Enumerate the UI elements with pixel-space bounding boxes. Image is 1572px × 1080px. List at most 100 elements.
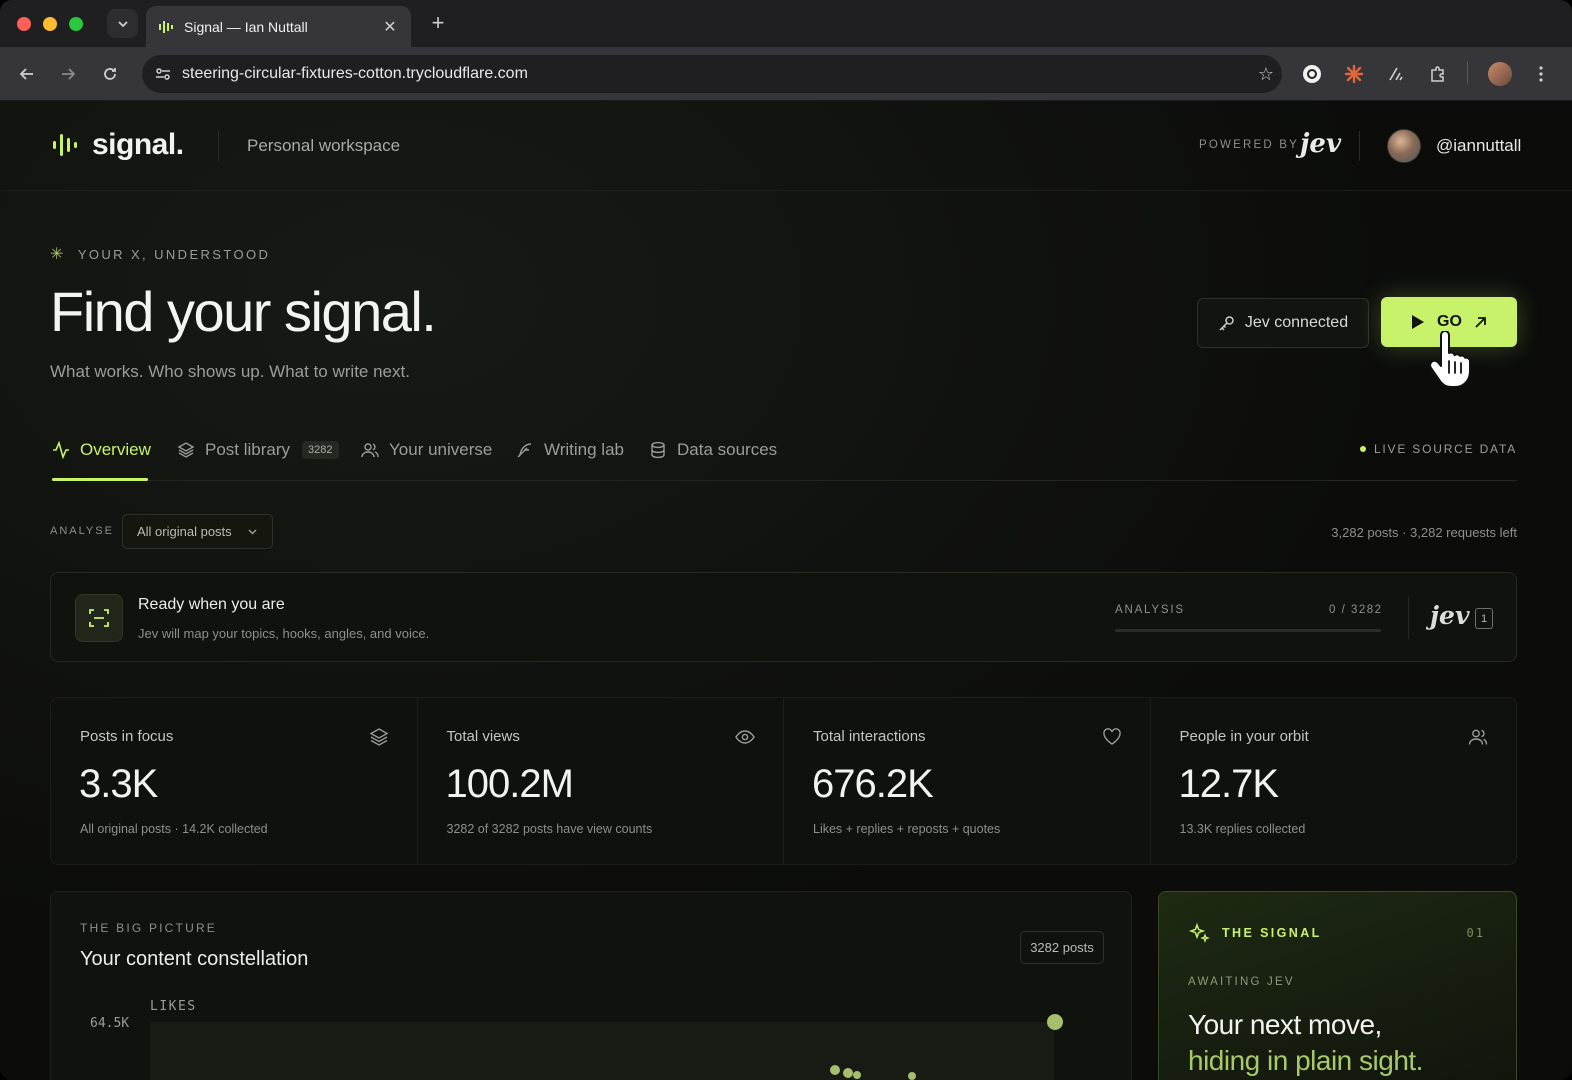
stat-value: 100.2M bbox=[445, 762, 574, 806]
database-icon bbox=[651, 441, 665, 459]
jev-connected-label: Jev connected bbox=[1244, 314, 1349, 331]
profile-avatar[interactable] bbox=[1488, 62, 1512, 86]
ready-divider bbox=[1408, 597, 1409, 639]
new-tab-button[interactable]: + bbox=[426, 11, 450, 35]
stat-value: 676.2K bbox=[812, 762, 934, 806]
analysis-count: 0 / 3282 bbox=[1329, 604, 1383, 616]
tab-search-button[interactable] bbox=[107, 9, 138, 38]
big-picture-card: THE BIG PICTURE Your content constellati… bbox=[50, 891, 1132, 1080]
stat-note: 13.3K replies collected bbox=[1179, 822, 1306, 836]
close-window-button[interactable] bbox=[17, 17, 31, 31]
url-text: steering-circular-fixtures-cotton.tryclo… bbox=[182, 65, 528, 82]
back-button[interactable] bbox=[14, 61, 40, 87]
sparkle-icon: ✳ bbox=[50, 246, 66, 263]
tab-post-library[interactable]: Post library 3282 bbox=[177, 435, 339, 465]
chart-point[interactable] bbox=[1047, 1014, 1063, 1030]
reload-button[interactable] bbox=[97, 61, 123, 87]
go-label: GO bbox=[1437, 313, 1462, 330]
users-icon bbox=[1468, 729, 1488, 745]
key-icon bbox=[1219, 315, 1234, 331]
stat-label: Posts in focus bbox=[80, 728, 174, 745]
layers-icon bbox=[177, 442, 195, 458]
signal-number: 01 bbox=[1466, 926, 1485, 940]
page-title: Find your signal. bbox=[50, 280, 437, 343]
hero-eyebrow-text: YOUR X, UNDERSTOOD bbox=[77, 246, 271, 262]
browser-tabbar: Signal — Ian Nuttall ✕ + bbox=[0, 0, 1572, 47]
tab-label: Overview bbox=[80, 440, 151, 459]
arrow-up-right-icon bbox=[1475, 316, 1486, 328]
browser-tab-title: Signal — Ian Nuttall bbox=[184, 18, 308, 35]
ready-subtitle: Jev will map your topics, hooks, angles,… bbox=[138, 626, 430, 641]
app-header: signal. Personal workspace POWERED BY je… bbox=[0, 101, 1572, 191]
username[interactable]: @iannuttall bbox=[1436, 136, 1521, 156]
jev-logo: jev bbox=[1430, 601, 1470, 630]
page-subtitle: What works. Who shows up. What to write … bbox=[50, 362, 410, 381]
post-count-badge: 3282 bbox=[302, 441, 339, 459]
browser-tab-active[interactable]: Signal — Ian Nuttall ✕ bbox=[146, 6, 411, 47]
tab-label: Writing lab bbox=[544, 440, 624, 459]
maximize-window-button[interactable] bbox=[69, 17, 83, 31]
user-avatar[interactable] bbox=[1387, 129, 1421, 163]
powered-by-label: POWERED BY bbox=[1199, 139, 1299, 151]
signal-headline-accent: hiding in plain sight. bbox=[1188, 1045, 1423, 1076]
workspace-label: Personal workspace bbox=[247, 136, 401, 155]
heart-icon bbox=[1102, 728, 1121, 745]
sparkles-icon bbox=[1188, 922, 1210, 943]
signal-status: AWAITING JEV bbox=[1188, 976, 1295, 988]
signal-eyebrow: THE SIGNAL bbox=[1222, 926, 1322, 940]
live-source-indicator: LIVE SOURCE DATA bbox=[1359, 442, 1517, 456]
chevron-down-icon bbox=[117, 20, 128, 27]
live-dot-icon bbox=[1359, 446, 1366, 452]
arrow-left-icon bbox=[19, 68, 33, 80]
constellation-points bbox=[830, 1014, 1063, 1080]
eye-icon bbox=[735, 730, 755, 744]
extension-claude-icon[interactable] bbox=[1342, 62, 1366, 86]
tab-label: Post library bbox=[205, 440, 291, 459]
analysis-progress-bar bbox=[1115, 629, 1381, 632]
address-bar[interactable]: steering-circular-fixtures-cotton.tryclo… bbox=[142, 55, 1282, 93]
extension-chatgpt-icon[interactable] bbox=[1300, 62, 1324, 86]
signal-card-header: THE SIGNAL bbox=[1188, 922, 1322, 944]
tab-your-universe[interactable]: Your universe bbox=[361, 435, 492, 465]
chart-point[interactable] bbox=[853, 1071, 861, 1079]
close-tab-icon[interactable]: ✕ bbox=[381, 17, 399, 37]
signal-app: signal. Personal workspace POWERED BY je… bbox=[0, 101, 1572, 1080]
stat-value: 12.7K bbox=[1178, 762, 1280, 806]
ready-card: Ready when you are Jev will map your top… bbox=[50, 572, 1517, 662]
chevron-down-icon bbox=[248, 529, 257, 535]
extensions-puzzle-icon[interactable] bbox=[1426, 62, 1450, 86]
analyse-filter-select[interactable]: All original posts bbox=[122, 514, 273, 549]
hand-pointer-cursor-icon bbox=[1429, 331, 1471, 388]
jev-connected-button[interactable]: Jev connected bbox=[1197, 298, 1369, 348]
browser-toolbar: steering-circular-fixtures-cotton.tryclo… bbox=[0, 47, 1572, 101]
browser-menu-icon[interactable] bbox=[1529, 62, 1553, 86]
site-settings-icon[interactable] bbox=[152, 63, 174, 85]
chart-point[interactable] bbox=[908, 1072, 916, 1080]
forward-button[interactable] bbox=[55, 61, 81, 87]
minimize-window-button[interactable] bbox=[43, 17, 57, 31]
tab-overview[interactable]: Overview bbox=[52, 435, 151, 465]
header-divider bbox=[218, 131, 219, 161]
signal-favicon-icon bbox=[158, 19, 174, 35]
signal-wave-icon bbox=[53, 134, 77, 156]
brand-name: signal. bbox=[92, 128, 184, 161]
chart-point[interactable] bbox=[843, 1068, 853, 1078]
bookmark-star-icon[interactable]: ☆ bbox=[1250, 64, 1282, 85]
analyse-label: ANALYSE bbox=[50, 525, 114, 537]
tab-label: Your universe bbox=[389, 440, 493, 459]
tab-data-sources[interactable]: Data sources bbox=[649, 435, 777, 465]
signal-logo[interactable]: signal. bbox=[52, 128, 184, 162]
active-tab-indicator bbox=[52, 478, 148, 481]
tab-writing-lab[interactable]: Writing lab bbox=[516, 435, 624, 465]
hero-eyebrow: ✳ YOUR X, UNDERSTOOD bbox=[50, 244, 270, 264]
play-icon bbox=[1412, 315, 1425, 329]
stat-label: Total interactions bbox=[813, 728, 926, 745]
chart-point[interactable] bbox=[830, 1065, 840, 1075]
tab-label: Data sources bbox=[677, 440, 778, 459]
live-label: LIVE SOURCE DATA bbox=[1373, 442, 1517, 456]
signal-headline: Your next move, bbox=[1188, 1009, 1382, 1040]
extension-tool-icon[interactable] bbox=[1384, 62, 1408, 86]
jev-badge: 1 bbox=[1475, 608, 1493, 629]
reload-icon bbox=[104, 68, 116, 80]
browser-window: Signal — Ian Nuttall ✕ + steering-circul… bbox=[0, 0, 1572, 1080]
